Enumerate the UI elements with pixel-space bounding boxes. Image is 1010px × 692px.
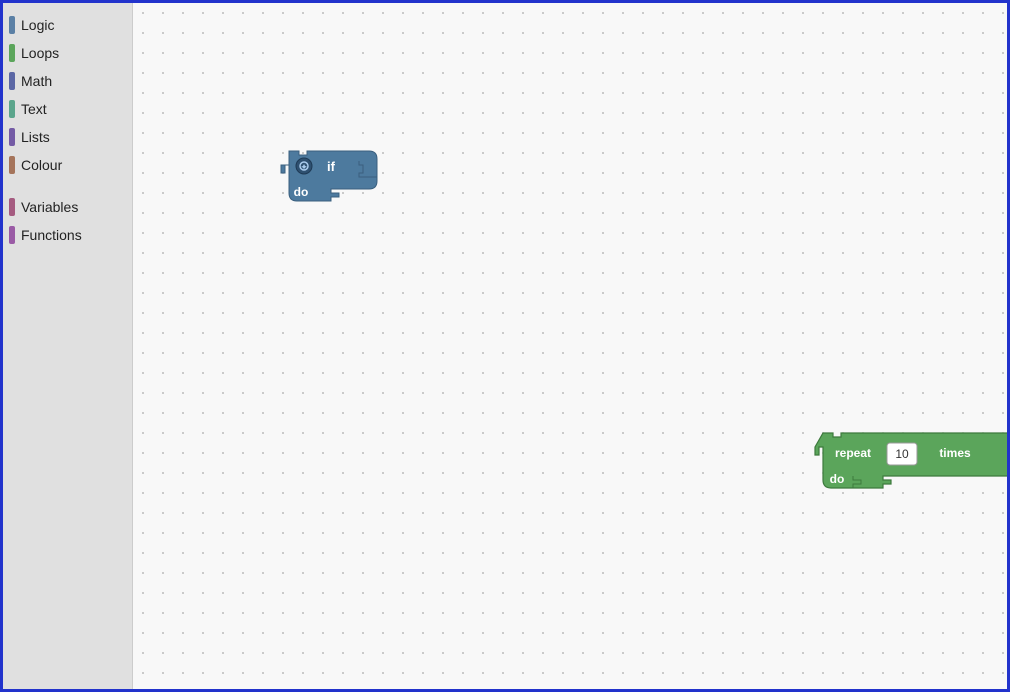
- sidebar-item-lists[interactable]: Lists: [3, 123, 132, 151]
- sidebar-label-math: Math: [21, 73, 52, 89]
- svg-text:10: 10: [895, 447, 909, 461]
- svg-text:repeat: repeat: [835, 446, 871, 460]
- sidebar-item-loops[interactable]: Loops: [3, 39, 132, 67]
- sidebar-label-loops: Loops: [21, 45, 59, 61]
- functions-color-bar: [9, 226, 15, 244]
- sidebar-item-variables[interactable]: Variables: [3, 193, 132, 221]
- sidebar-label-lists: Lists: [21, 129, 50, 145]
- sidebar-label-logic: Logic: [21, 17, 54, 33]
- app-container: Logic Loops Math Text Lists Colour Varia…: [0, 0, 1010, 692]
- sidebar: Logic Loops Math Text Lists Colour Varia…: [3, 3, 133, 689]
- svg-text:do: do: [830, 472, 845, 486]
- colour-color-bar: [9, 156, 15, 174]
- sidebar-spacer: [3, 179, 132, 193]
- sidebar-label-text: Text: [21, 101, 47, 117]
- sidebar-item-functions[interactable]: Functions: [3, 221, 132, 249]
- sidebar-label-colour: Colour: [21, 157, 62, 173]
- sidebar-label-functions: Functions: [21, 227, 82, 243]
- logic-color-bar: [9, 16, 15, 34]
- variables-color-bar: [9, 198, 15, 216]
- sidebar-label-variables: Variables: [21, 199, 78, 215]
- math-color-bar: [9, 72, 15, 90]
- repeat-block-svg: repeat 10 times do: [815, 433, 1007, 511]
- svg-text:✦: ✦: [300, 162, 308, 172]
- sidebar-item-text[interactable]: Text: [3, 95, 132, 123]
- if-block[interactable]: ✦ if do: [281, 151, 369, 219]
- sidebar-item-colour[interactable]: Colour: [3, 151, 132, 179]
- svg-text:times: times: [939, 446, 971, 460]
- sidebar-item-logic[interactable]: Logic: [3, 11, 132, 39]
- repeat-block[interactable]: repeat 10 times do: [815, 433, 1005, 503]
- svg-text:if: if: [327, 159, 336, 174]
- lists-color-bar: [9, 128, 15, 146]
- sidebar-item-math[interactable]: Math: [3, 67, 132, 95]
- svg-text:do: do: [294, 185, 309, 199]
- workspace[interactable]: ✦ if do repeat: [133, 3, 1007, 689]
- if-block-svg: ✦ if do: [281, 151, 381, 226]
- loops-color-bar: [9, 44, 15, 62]
- text-color-bar: [9, 100, 15, 118]
